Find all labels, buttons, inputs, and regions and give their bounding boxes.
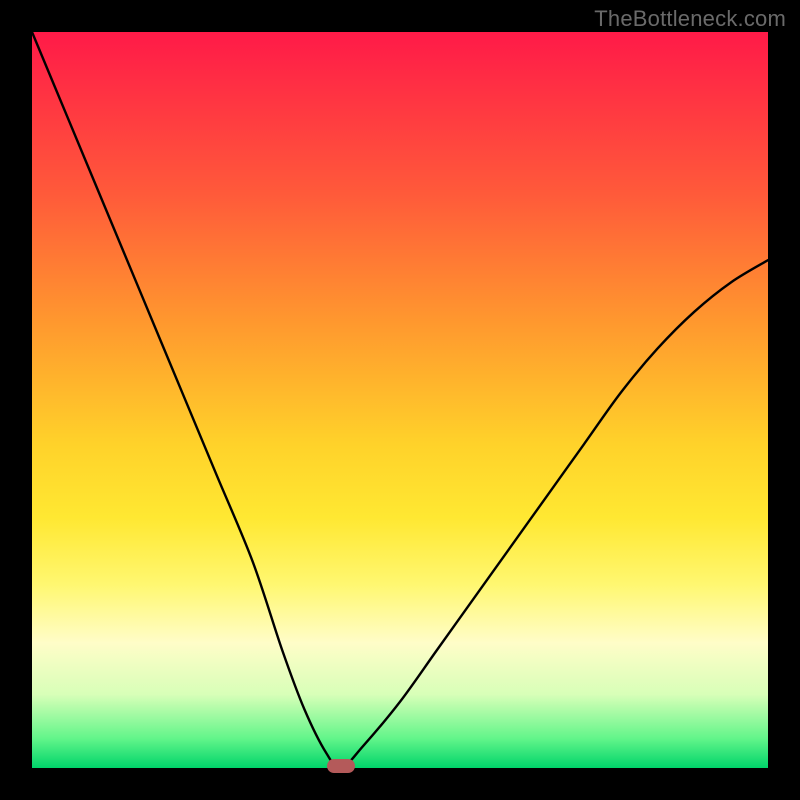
curve-svg xyxy=(32,32,768,768)
chart-frame: TheBottleneck.com xyxy=(0,0,800,800)
optimum-marker xyxy=(327,759,355,773)
watermark-text: TheBottleneck.com xyxy=(594,6,786,32)
plot-area xyxy=(32,32,768,768)
bottleneck-curve xyxy=(32,32,768,768)
